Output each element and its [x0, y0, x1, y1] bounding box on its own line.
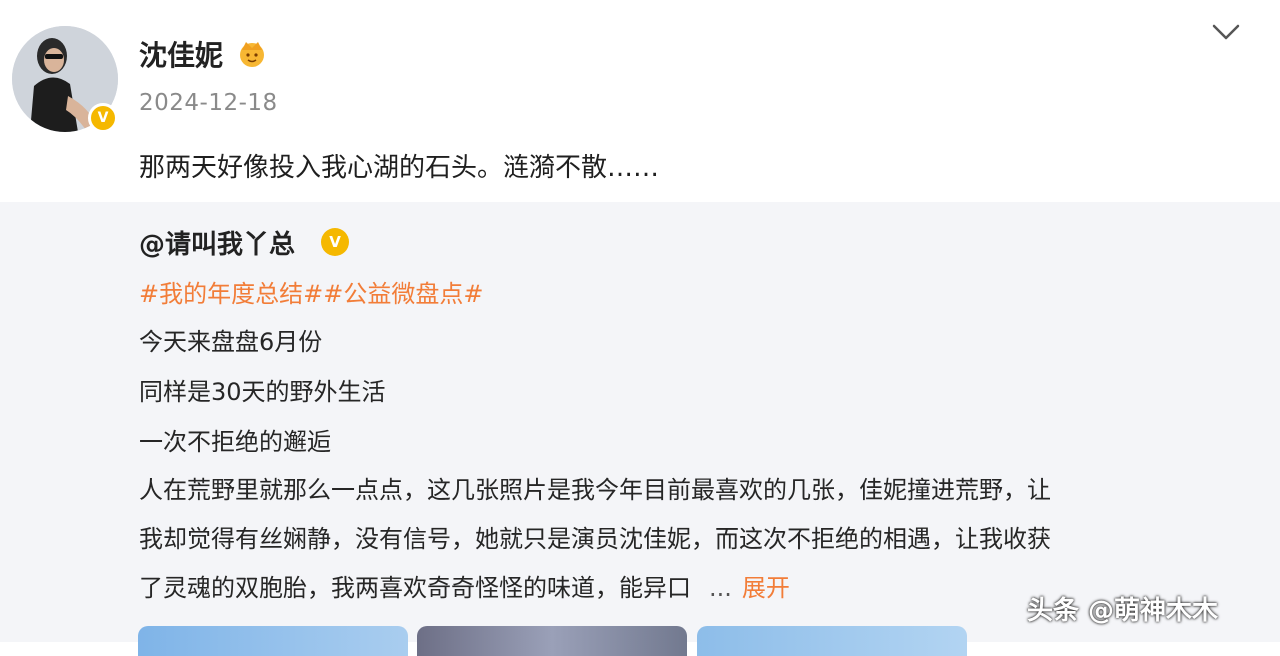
verified-badge-icon: V	[321, 228, 349, 256]
repost-text-line: 今天来盘盘6月份	[139, 328, 323, 356]
repost-text-fragment: 了灵魂的双胞胎，我两喜欢奇奇怪怪的味道，能异口	[139, 574, 691, 602]
hashtag-links[interactable]: #我的年度总结##公益微盘点#	[139, 274, 483, 309]
crown-icon	[240, 42, 264, 67]
image-thumbnail[interactable]	[697, 626, 967, 656]
weibo-post: V 沈佳妮 2024-12-18 那两天好像投入我心湖的石头。涟漪不散…… @请…	[0, 0, 1280, 656]
repost-author-name[interactable]: @请叫我丫总	[139, 224, 295, 261]
image-thumbnail[interactable]	[417, 626, 687, 656]
repost-text-line: 同样是30天的野外生活	[139, 378, 386, 406]
ellipsis: ...	[709, 574, 732, 602]
post-text: 那两天好像投入我心湖的石头。涟漪不散……	[139, 153, 660, 183]
chevron-down-icon[interactable]	[1210, 20, 1242, 44]
image-thumbnail[interactable]	[138, 626, 408, 656]
watermark: 头条 @萌神木木	[1027, 596, 1219, 626]
expand-link[interactable]: 展开	[742, 574, 790, 602]
post-date: 2024-12-18	[139, 90, 278, 116]
reposted-content[interactable]: @请叫我丫总 V #我的年度总结##公益微盘点# 今天来盘盘6月份 同样是30天…	[0, 202, 1280, 656]
verified-badge-icon: V	[88, 103, 118, 133]
repost-text-line: 我却觉得有丝娴静，没有信号，她就只是演员沈佳妮，而这次不拒绝的相遇，让我收获	[139, 525, 1051, 553]
repost-text-line: 一次不拒绝的邂逅	[139, 428, 331, 456]
post-author-name[interactable]: 沈佳妮	[139, 34, 223, 74]
repost-text-line-last: 了灵魂的双胞胎，我两喜欢奇奇怪怪的味道，能异口... 展开	[139, 568, 790, 603]
repost-text-line: 人在荒野里就那么一点点，这几张照片是我今年目前最喜欢的几张，佳妮撞进荒野，让	[139, 476, 1051, 504]
